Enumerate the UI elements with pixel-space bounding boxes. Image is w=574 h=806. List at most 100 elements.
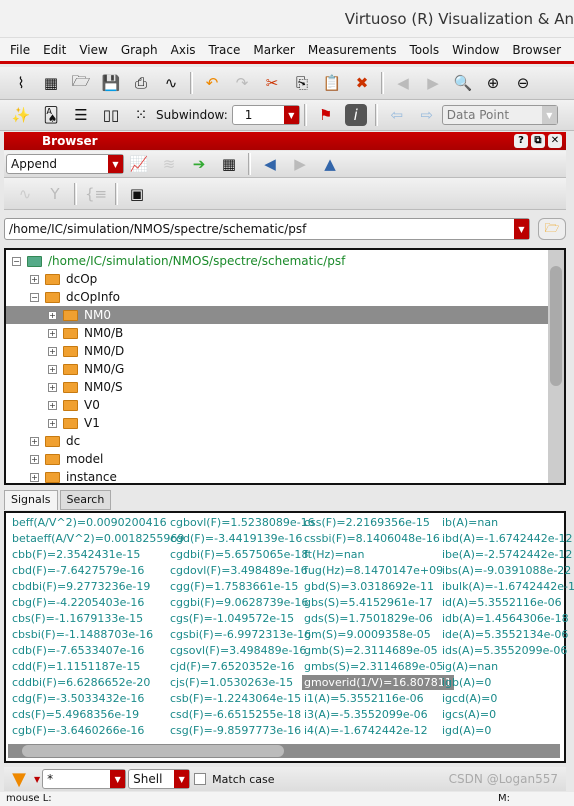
signal-item[interactable]: csg(F)=-9.8597773e-16 bbox=[168, 723, 303, 738]
signal-item[interactable]: cbdbi(F)=9.2773236e-19 bbox=[10, 579, 152, 594]
signal-item[interactable]: gmbs(S)=2.3114689e-05 bbox=[302, 659, 445, 674]
filter-input[interactable]: * ▼ bbox=[42, 769, 127, 789]
signal-item[interactable]: cdg(F)=-3.5033432e-16 bbox=[10, 691, 146, 706]
signal-item[interactable]: gds(S)=1.7501829e-06 bbox=[302, 611, 435, 626]
tree-item[interactable]: + V1 bbox=[6, 414, 548, 432]
signal-item[interactable]: cgd(F)=-3.4419139e-16 bbox=[168, 531, 304, 546]
zoom-out-icon[interactable]: ⊖ bbox=[512, 72, 534, 94]
tree-item[interactable]: + model bbox=[6, 450, 548, 468]
signal-item[interactable]: beff(A/V^2)=0.0090200416 bbox=[10, 515, 169, 530]
help-icon[interactable]: ? bbox=[514, 134, 528, 148]
scrollbar-thumb[interactable] bbox=[22, 745, 284, 757]
signal-item[interactable]: gmoverid(1/V)=16.807811 bbox=[302, 675, 454, 690]
filter-icon[interactable]: ▼ bbox=[8, 768, 30, 790]
close-icon[interactable]: ✕ bbox=[548, 134, 562, 148]
side-layout-icon[interactable]: ▯▯ bbox=[100, 104, 122, 126]
plot-icon[interactable]: 📈 bbox=[128, 153, 150, 175]
menu-window[interactable]: Window bbox=[452, 43, 499, 57]
path-input[interactable]: /home/IC/simulation/NMOS/spectre/schemat… bbox=[4, 218, 530, 240]
tab-search[interactable]: Search bbox=[59, 490, 112, 510]
up-icon[interactable]: ▲ bbox=[319, 153, 341, 175]
signal-item[interactable]: cjd(F)=7.6520352e-16 bbox=[168, 659, 296, 674]
match-case-checkbox[interactable] bbox=[194, 773, 207, 785]
signal-item[interactable]: ibd(A)=-1.6742442e-12 bbox=[440, 531, 574, 546]
signal-item[interactable]: gmb(S)=2.3114689e-05 bbox=[302, 643, 440, 658]
signal-item[interactable]: cdb(F)=-7.6533407e-16 bbox=[10, 643, 146, 658]
signal-item[interactable]: igd(A)=0 bbox=[440, 723, 493, 738]
tree-item[interactable]: + dc bbox=[6, 432, 548, 450]
zoom-in-icon[interactable]: ⊕ bbox=[482, 72, 504, 94]
tree-item[interactable]: + NM0/B bbox=[6, 324, 548, 342]
restore-icon[interactable]: ⧉ bbox=[531, 134, 545, 148]
collapse-icon[interactable]: − bbox=[30, 292, 39, 302]
expand-icon[interactable]: + bbox=[30, 274, 39, 284]
menu-marker[interactable]: Marker bbox=[253, 43, 294, 57]
back-icon[interactable]: ◀ bbox=[259, 153, 281, 175]
save-icon[interactable]: 💾 bbox=[100, 72, 122, 94]
signal-item[interactable]: ft(Hz)=nan bbox=[302, 547, 367, 562]
signal-item[interactable]: i1(A)=5.3552116e-06 bbox=[302, 691, 426, 706]
menu-browser[interactable]: Browser bbox=[512, 43, 561, 57]
back-icon[interactable]: ◀ bbox=[392, 72, 414, 94]
tree-item[interactable]: − dcOpInfo bbox=[6, 288, 548, 306]
new-subwindow-icon[interactable]: ▦ bbox=[40, 72, 62, 94]
signal-item[interactable]: csb(F)=-1.2243064e-15 bbox=[168, 691, 303, 706]
expand-icon[interactable]: + bbox=[30, 472, 39, 482]
signal-item[interactable]: gm(S)=9.0009358e-05 bbox=[302, 627, 433, 642]
expand-icon[interactable]: + bbox=[30, 436, 39, 446]
menu-graph[interactable]: Graph bbox=[121, 43, 158, 57]
signal-item[interactable]: i4(A)=-1.6742442e-12 bbox=[302, 723, 430, 738]
signal-item[interactable]: cgdovl(F)=3.498489e-16 bbox=[168, 563, 310, 578]
grid-layout-icon[interactable]: ⁙ bbox=[130, 104, 152, 126]
menu-file[interactable]: File bbox=[10, 43, 30, 57]
signal-item[interactable]: ibe(A)=-2.5742442e-12 bbox=[440, 547, 574, 562]
signal-item[interactable]: igcs(A)=0 bbox=[440, 707, 498, 722]
signal-item[interactable]: i3(A)=-5.3552099e-06 bbox=[302, 707, 430, 722]
expand-icon[interactable]: + bbox=[48, 310, 57, 320]
signal-item[interactable]: id(A)=5.3552116e-06 bbox=[440, 595, 564, 610]
tree-item[interactable]: + instance bbox=[6, 468, 548, 486]
signal-item[interactable]: ig(A)=nan bbox=[440, 659, 500, 674]
expand-icon[interactable]: + bbox=[48, 400, 57, 410]
signal-item[interactable]: cds(F)=5.4968356e-19 bbox=[10, 707, 141, 722]
tab-signals[interactable]: Signals bbox=[4, 490, 58, 510]
expand-icon[interactable]: + bbox=[48, 328, 57, 338]
signal-item[interactable]: cgdbi(F)=5.6575065e-18 bbox=[168, 547, 310, 562]
menu-edit[interactable]: Edit bbox=[43, 43, 66, 57]
horizontal-scrollbar[interactable] bbox=[8, 744, 560, 758]
info-icon[interactable]: i bbox=[344, 104, 367, 126]
signal-item[interactable]: cssbi(F)=8.1406048e-16 bbox=[302, 531, 442, 546]
arrow-left-icon[interactable]: ⇦ bbox=[386, 104, 408, 126]
signal-item[interactable]: cbs(F)=-1.1679133e-15 bbox=[10, 611, 145, 626]
paste-icon[interactable]: 📋 bbox=[321, 72, 343, 94]
forward-icon[interactable]: ▶ bbox=[422, 72, 444, 94]
zoom-fit-icon[interactable]: 🔍 bbox=[452, 72, 474, 94]
signal-item[interactable]: cdd(F)=1.1151187e-15 bbox=[10, 659, 142, 674]
chevron-down-icon[interactable]: ▼ bbox=[34, 775, 40, 784]
signal-item[interactable]: gbd(S)=3.0318692e-11 bbox=[302, 579, 436, 594]
tree-root[interactable]: − /home/IC/simulation/NMOS/spectre/schema… bbox=[6, 252, 548, 270]
subwindow-select[interactable]: 1 ▼ bbox=[231, 105, 300, 125]
collapse-icon[interactable]: − bbox=[12, 256, 21, 266]
signal-item[interactable]: cggbi(F)=9.0628739e-16 bbox=[168, 595, 310, 610]
signal-item[interactable]: igb(A)=0 bbox=[440, 675, 493, 690]
signal-item[interactable]: cddbi(F)=6.6286652e-20 bbox=[10, 675, 152, 690]
browse-folder-button[interactable]: 🗁 bbox=[538, 218, 566, 240]
signal-item[interactable]: cbsbi(F)=-1.1488703e-16 bbox=[10, 627, 155, 642]
cards-icon[interactable]: 🂡 bbox=[40, 104, 62, 126]
plot-mode-select[interactable]: Append ▼ bbox=[6, 154, 124, 174]
signal-item[interactable]: idb(A)=1.4564306e-18 bbox=[440, 611, 571, 626]
chevron-down-icon[interactable]: ▼ bbox=[514, 219, 529, 239]
tree-scrollbar[interactable] bbox=[548, 250, 564, 483]
waveform-display-icon[interactable]: ∿ bbox=[160, 72, 182, 94]
tree-item[interactable]: + NM0/G bbox=[6, 360, 548, 378]
scrollbar-thumb[interactable] bbox=[550, 266, 562, 386]
signal-item[interactable]: ibs(A)=-9.0391088e-22 bbox=[440, 563, 573, 578]
signal-item[interactable]: cgb(F)=-3.6460266e-16 bbox=[10, 723, 146, 738]
signal-item[interactable]: gbs(S)=5.4152961e-17 bbox=[302, 595, 435, 610]
new-window-icon[interactable]: ⌇ bbox=[10, 72, 32, 94]
menu-view[interactable]: View bbox=[79, 43, 107, 57]
signal-item[interactable]: fug(Hz)=8.1470147e+09 bbox=[302, 563, 445, 578]
undo-icon[interactable]: ↶ bbox=[201, 72, 223, 94]
flag-icon[interactable]: ⚑ bbox=[315, 104, 337, 126]
